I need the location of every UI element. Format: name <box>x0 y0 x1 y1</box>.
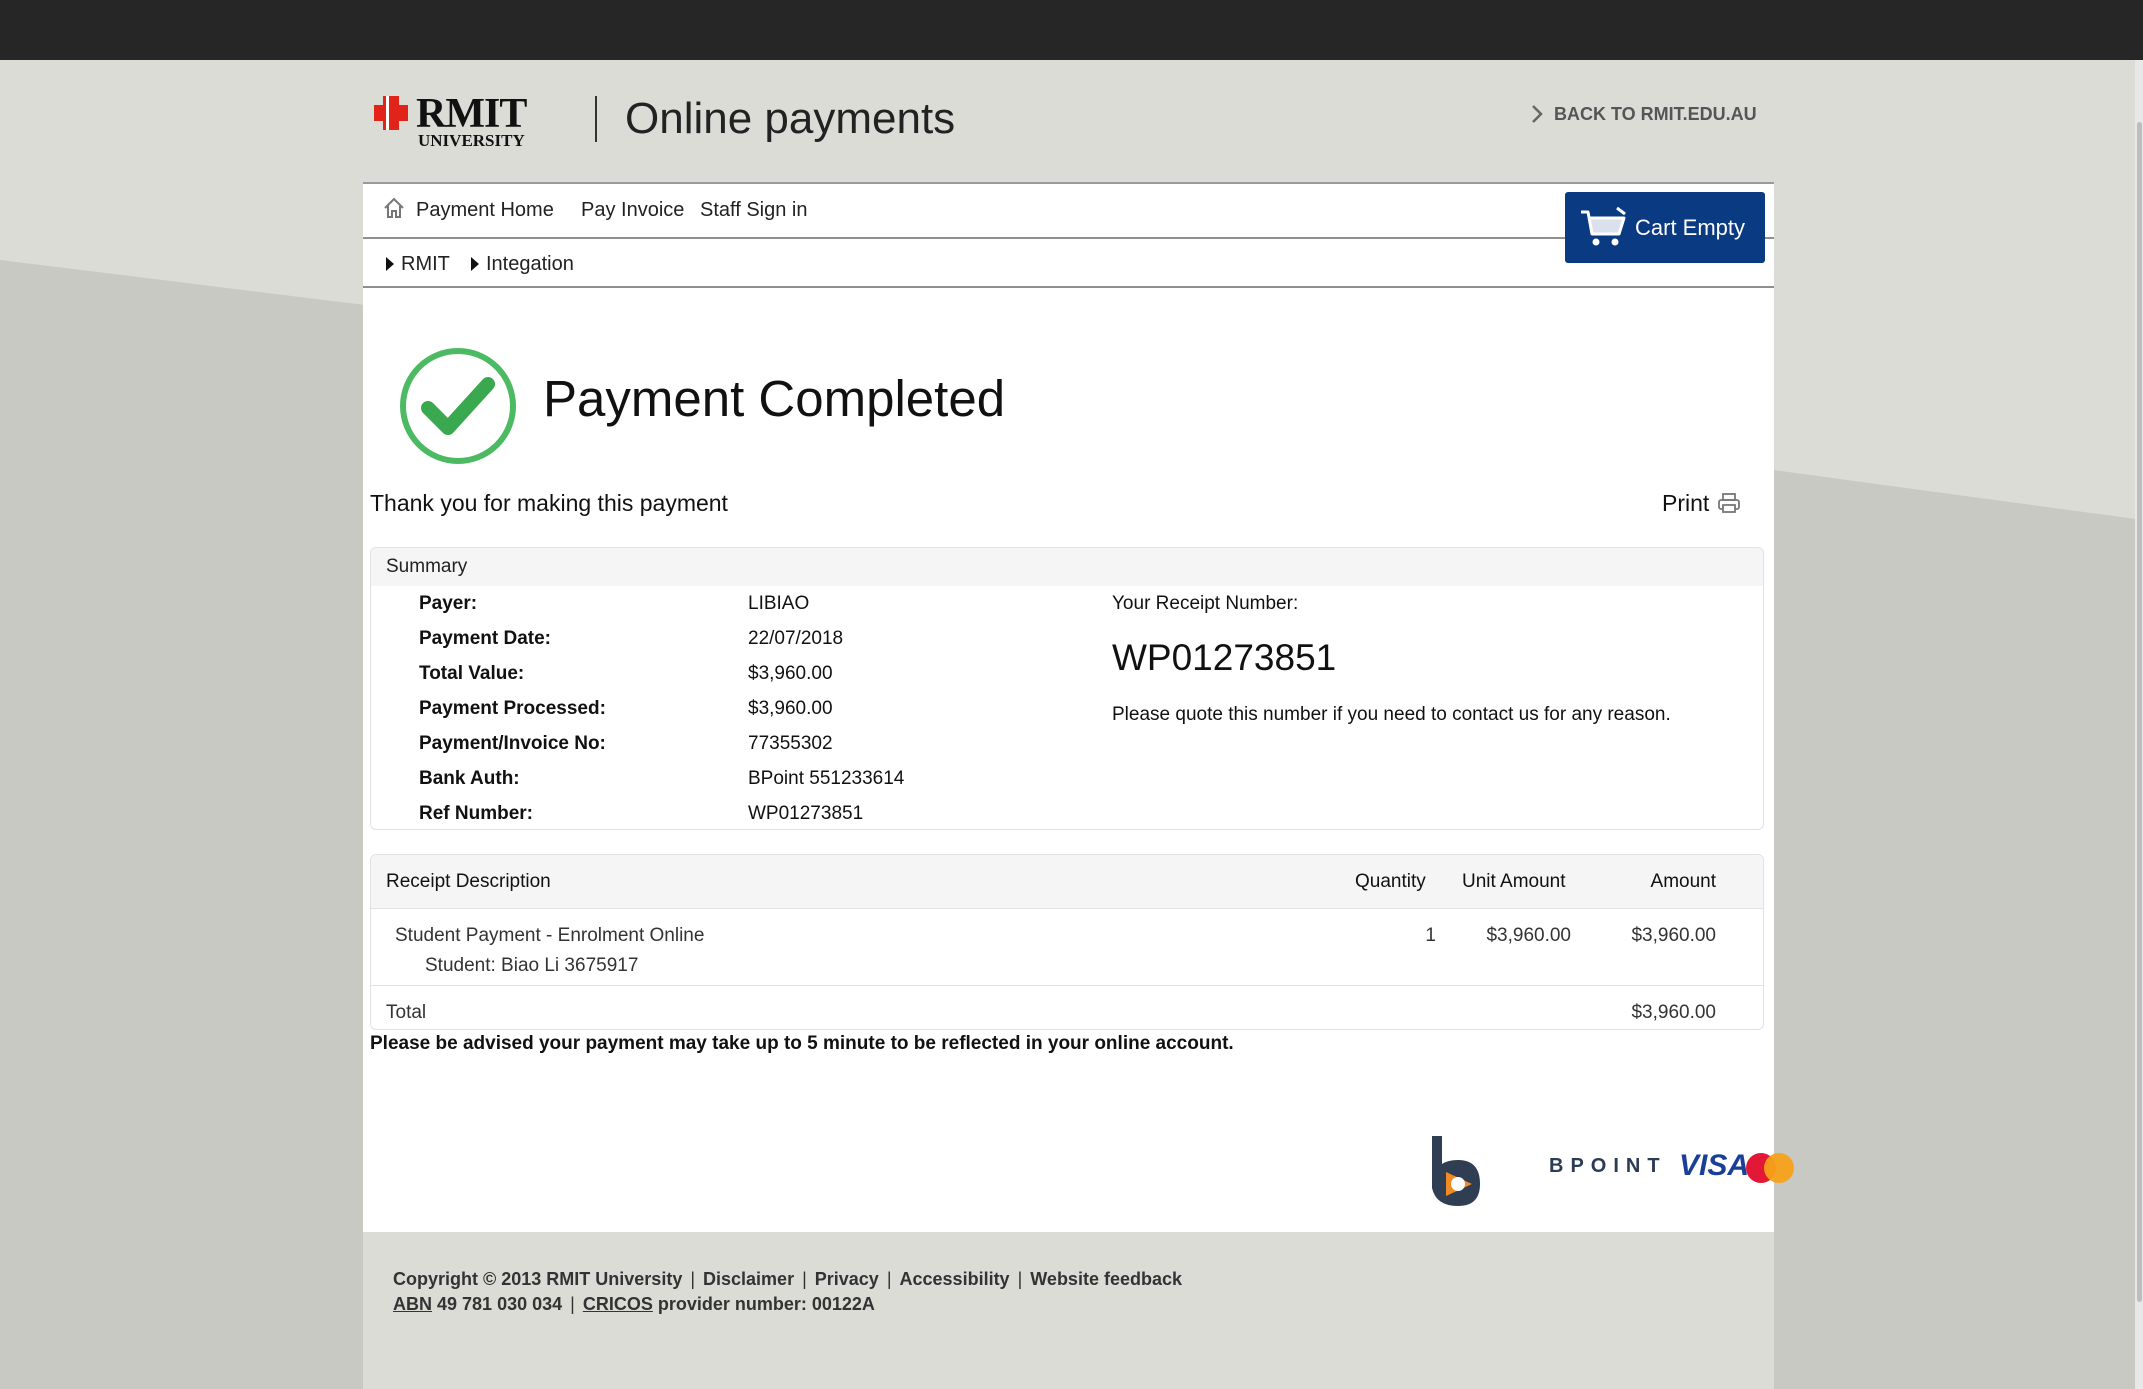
summary-value: WP01273851 <box>748 803 864 824</box>
scrollbar-thumb[interactable] <box>2137 122 2142 1302</box>
summary-value: BPoint 551233614 <box>748 768 905 789</box>
summary-box: Summary Payer: LIBIAO Payment Date: 22/0… <box>370 547 1764 830</box>
browser-top-bar <box>0 0 2143 60</box>
summary-header: Summary <box>371 548 1763 586</box>
print-button[interactable]: Print <box>1662 489 1741 517</box>
receipt-table-header: Receipt Description Quantity Unit Amount… <box>371 855 1763 909</box>
footer-link-disclaimer[interactable]: Disclaimer <box>703 1269 794 1289</box>
breadcrumb: RMIT Integation <box>363 239 1774 288</box>
check-circle-icon <box>400 348 516 464</box>
receipt-number-label: Your Receipt Number: <box>1112 593 1299 614</box>
scrollbar[interactable] <box>2135 60 2143 1389</box>
item-quantity: 1 <box>1425 925 1436 946</box>
receipt-note: Please quote this number if you need to … <box>1112 704 1671 725</box>
primary-nav: Payment Home Pay Invoice Staff Sign in <box>363 184 1774 239</box>
summary-row: Payer: LIBIAO <box>371 592 1131 622</box>
logo-wordmark: RMIT <box>416 91 527 137</box>
home-icon[interactable] <box>382 196 406 220</box>
main-panel: Payment Home Pay Invoice Staff Sign in R… <box>363 182 1794 1234</box>
summary-label: Payer: <box>419 593 478 614</box>
summary-title: Summary <box>386 556 468 577</box>
breadcrumb-rmit-label: RMIT <box>401 253 450 275</box>
summary-value: 22/07/2018 <box>748 628 844 649</box>
header-divider <box>595 96 597 142</box>
summary-label: Bank Auth: <box>419 768 520 789</box>
summary-value: 77355302 <box>748 733 833 754</box>
col-amount: Amount <box>1650 871 1716 892</box>
cricos-value: provider number: 00122A <box>657 1294 875 1314</box>
print-label: Print <box>1662 490 1710 516</box>
site-title: Online payments <box>625 94 956 143</box>
thank-you-message: Thank you for making this payment <box>370 490 728 516</box>
mastercard-logo-icon <box>1746 1153 1794 1183</box>
total-label: Total <box>386 1002 427 1023</box>
item-detail: Student: Biao Li 3675917 <box>425 955 639 976</box>
breadcrumb-integation-label: Integation <box>486 253 574 275</box>
col-unit-amount: Unit Amount <box>1462 871 1566 892</box>
summary-value: $3,960.00 <box>748 698 833 719</box>
footer-copyright: Copyright © 2013 RMIT University <box>393 1269 683 1289</box>
col-quantity: Quantity <box>1355 871 1426 892</box>
summary-label: Ref Number: <box>419 803 534 824</box>
nav-pay-invoice[interactable]: Pay Invoice <box>581 198 684 222</box>
nav-staff-sign-in[interactable]: Staff Sign in <box>700 198 807 222</box>
summary-row: Payment Date: 22/07/2018 <box>371 627 1131 657</box>
triangle-right-icon <box>471 257 479 271</box>
visa-logo: VISA <box>1679 1149 1750 1182</box>
chevron-right-icon <box>1532 105 1543 123</box>
printer-icon <box>1718 493 1741 513</box>
summary-row: Payment Processed: $3,960.00 <box>371 697 1131 727</box>
receipt-number: WP01273851 <box>1112 637 1337 678</box>
rmit-logo-mark-icon <box>374 96 408 130</box>
triangle-right-icon <box>386 257 394 271</box>
nav-payment-home[interactable]: Payment Home <box>416 198 554 222</box>
footer-link-accessibility[interactable]: Accessibility <box>900 1269 1010 1289</box>
breadcrumb-integation[interactable]: Integation <box>470 252 574 276</box>
summary-label: Total Value: <box>419 663 525 684</box>
cart-button[interactable]: Cart Empty <box>1565 192 1765 263</box>
summary-label: Payment/Invoice No: <box>419 733 606 754</box>
abn-value: 49 781 030 034 <box>437 1294 563 1314</box>
summary-value: LIBIAO <box>748 593 810 614</box>
summary-value: $3,960.00 <box>748 663 833 684</box>
cricos-label: CRICOS <box>582 1294 653 1314</box>
item-amount: $3,960.00 <box>1631 925 1716 946</box>
payment-logos: BPOINT VISA <box>1428 1134 1794 1208</box>
footer-link-website-feedback[interactable]: Website feedback <box>1030 1269 1182 1289</box>
logo-subtitle: UNIVERSITY <box>418 131 525 150</box>
back-link-label: BACK TO RMIT.EDU.AU <box>1554 104 1757 124</box>
page-title: Payment Completed <box>543 370 1006 427</box>
item-description: Student Payment - Enrolment Online <box>395 925 705 946</box>
footer: Copyright © 2013 RMIT University | Disclai… <box>363 1232 1774 1389</box>
col-description: Receipt Description <box>386 871 551 892</box>
table-divider <box>371 985 1763 986</box>
bpoint-logo-icon <box>1432 1136 1480 1206</box>
summary-label: Payment Date: <box>419 628 551 649</box>
summary-row: Bank Auth: BPoint 551233614 <box>371 767 1131 797</box>
receipt-table: Receipt Description Quantity Unit Amount… <box>370 854 1764 1030</box>
summary-row: Ref Number: WP01273851 <box>371 802 1131 832</box>
footer-registration: ABN 49 781 030 034 | CRICOS provider numbe… <box>393 1294 875 1314</box>
total-amount: $3,960.00 <box>1631 1002 1716 1023</box>
back-to-rmit-link[interactable]: BACK TO RMIT.EDU.AU <box>1530 102 1757 126</box>
summary-row: Total Value: $3,960.00 <box>371 662 1131 692</box>
footer-links: Copyright © 2013 RMIT University | Disclai… <box>393 1269 1182 1289</box>
footer-link-privacy[interactable]: Privacy <box>815 1269 879 1289</box>
abn-label: ABN <box>393 1294 432 1314</box>
summary-row: Payment/Invoice No: 77355302 <box>371 732 1131 762</box>
cart-label: Cart Empty <box>1635 215 1746 240</box>
advisory-message: Please be advised your payment may take … <box>370 1033 1234 1054</box>
item-unit-amount: $3,960.00 <box>1486 925 1571 946</box>
shopping-cart-icon <box>1581 206 1626 246</box>
bpoint-wordmark: BPOINT <box>1549 1155 1667 1177</box>
summary-label: Payment Processed: <box>419 698 606 719</box>
breadcrumb-rmit[interactable]: RMIT <box>385 252 450 276</box>
rmit-logo[interactable]: RMIT UNIVERSITY <box>374 91 527 152</box>
